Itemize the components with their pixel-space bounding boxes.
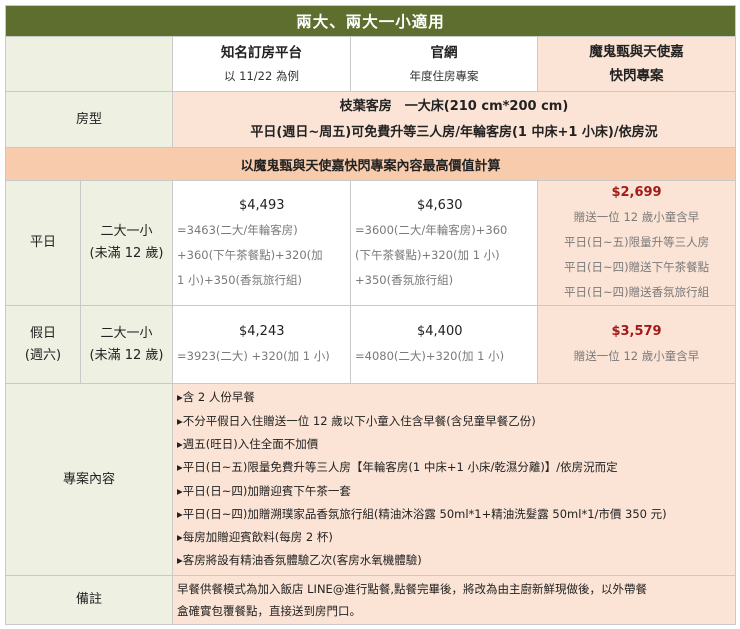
room-type-row: 房型 枝葉客房 一大床(210 cm*200 cm) 平日(週日~周五)可免費升… [5,91,737,148]
header-empty-cell [5,36,173,92]
plan-item: ▸含 2 人份早餐 [177,390,255,405]
weekday-flash-cell: $2,699 贈送一位 12 歲小童含早 平日(日~五)限量升等三人房 平日(日… [536,180,737,306]
plan-item: ▸平日(日~四)加贈溯璞家品香氛旅行組(精油沐浴露 50ml*1+精油洗髮露 5… [177,506,667,521]
plan-item: ▸每房加贈迎賓飲料(每房 2 杯) [177,530,333,545]
plan-item: ▸平日(日~四)加贈迎賓下午茶一套 [177,483,351,498]
price-comparison-table: 兩大、兩大一小適用 知名訂房平台 以 11/22 為例 官網 年度住房專案 魔鬼… [4,5,737,625]
weekday-flash-detail: 平日(日~五)限量升等三人房 [563,235,710,249]
holiday-flash-price: $3,579 [611,324,662,339]
table-title: 兩大、兩大一小適用 [4,5,737,37]
holiday-label-line1: 假日 [29,325,56,341]
remark-row: 備註 早餐供餐模式為加入飯店 LINE@進行點餐,點餐完畢後，將改為由主廚新鮮現… [5,575,737,625]
holiday-label: 假日 (週六) [5,305,81,384]
header-flash-subtitle: 快閃專案 [609,68,664,84]
plan-item: ▸客房將設有精油香氛體驗乙次(客房水氧機體驗) [177,553,422,568]
room-type-content: 枝葉客房 一大床(210 cm*200 cm) 平日(週日~周五)可免費升等三人… [171,91,737,148]
header-official-title: 官網 [430,45,458,61]
plan-item: ▸不分平假日入住贈送一位 12 歲以下小童入住含早餐(含兒童早餐乙份) [177,413,536,428]
header-official-subtitle: 年度住房專案 [409,69,479,83]
weekday-row: 平日 二大一小 (未滿 12 歲) $4,493 =3463(二大/年輪客房) … [5,180,737,306]
weekday-official-price: $4,630 [417,197,463,213]
weekday-guests-line1: 二大一小 [100,224,153,239]
weekday-platform-cell: $4,493 =3463(二大/年輪客房) +360(下午茶餐點)+320(加 … [172,180,351,306]
comparison-table-wrapper: 兩大、兩大一小適用 知名訂房平台 以 11/22 為例 官網 年度住房專案 魔鬼… [4,5,737,625]
holiday-guests: 二大一小 (未滿 12 歲) [80,305,173,384]
header-platform-title: 知名訂房平台 [221,45,302,61]
holiday-label-line2: (週六) [24,347,62,363]
holiday-platform-cell: $4,243 =3923(二大) +320(加 1 小) [172,305,351,384]
remark-label: 備註 [5,575,173,625]
title-row: 兩大、兩大一小適用 [4,5,737,37]
plan-content: ▸含 2 人份早餐 ▸不分平假日入住贈送一位 12 歲以下小童入住含早餐(含兒童… [171,383,737,576]
holiday-flash-cell: $3,579 贈送一位 12 歲小童含早 [536,305,737,384]
room-type-line1: 枝葉客房 一大床(210 cm*200 cm) [339,98,569,114]
holiday-guests-line1: 二大一小 [100,325,153,341]
header-flash-title: 魔鬼甄與天使嘉 [589,44,684,60]
weekday-flash-price: $2,699 [611,185,662,200]
holiday-official-price: $4,400 [417,324,463,339]
remark-line2: 盒確實包覆餐點，直接送到房門口。 [177,604,361,618]
weekday-label: 平日 [5,180,81,306]
header-platform: 知名訂房平台 以 11/22 為例 [172,36,351,92]
weekday-guests-line2: (未滿 12 歲) [89,246,164,261]
calc-note-row: 以魔鬼甄與天使嘉快閃專案內容最高價值計算 [4,147,737,181]
remark-line1: 早餐供餐模式為加入飯店 LINE@進行點餐,點餐完畢後，將改為由主廚新鮮現做後，… [177,582,647,596]
calc-note: 以魔鬼甄與天使嘉快閃專案內容最高價值計算 [4,147,737,181]
holiday-platform-price: $4,243 [239,324,285,339]
weekday-flash-detail: 平日(日~四)贈送香氛旅行組 [563,285,710,299]
weekday-guests: 二大一小 (未滿 12 歲) [80,180,173,306]
room-type-line2: 平日(週日~周五)可免費升等三人房/年輪客房(1 中床+1 小床)/依房況 [250,124,658,140]
header-platform-subtitle: 以 11/22 為例 [224,69,299,83]
weekday-platform-detail: 1 小)+350(香氛旅行組) [177,272,303,287]
header-official: 官網 年度住房專案 [350,36,538,92]
room-type-label: 房型 [5,91,173,148]
holiday-official-detail: =4080(二大)+320(加 1 小) [355,349,505,363]
holiday-flash-detail: 贈送一位 12 歲小童含早 [573,349,700,363]
weekday-platform-detail: +360(下午茶餐點)+320(加 [177,247,323,262]
weekday-official-detail: (下午茶餐點)+320(加 1 小) [355,247,500,262]
weekday-official-detail: +350(香氛旅行組) [355,272,454,287]
header-row: 知名訂房平台 以 11/22 為例 官網 年度住房專案 魔鬼甄與天使嘉 快閃專案 [5,36,737,92]
weekday-official-detail: =3600(二大/年輪客房)+360 [355,222,508,237]
holiday-row: 假日 (週六) 二大一小 (未滿 12 歲) $4,243 =3923(二大) … [5,305,737,384]
weekday-flash-detail: 贈送一位 12 歲小童含早 [573,210,700,224]
plan-item: ▸平日(日~五)限量免費升等三人房【年輪客房(1 中床+1 小床/乾濕分離)】/… [177,460,618,475]
weekday-flash-detail: 平日(日~四)贈送下午茶餐點 [563,260,710,274]
remark-content: 早餐供餐模式為加入飯店 LINE@進行點餐,點餐完畢後，將改為由主廚新鮮現做後，… [171,575,737,625]
weekday-platform-detail: =3463(二大/年輪客房) [177,222,298,237]
header-flash: 魔鬼甄與天使嘉 快閃專案 [536,36,737,92]
holiday-official-cell: $4,400 =4080(二大)+320(加 1 小) [350,305,538,384]
holiday-platform-detail: =3923(二大) +320(加 1 小) [177,349,330,363]
weekday-platform-price: $4,493 [239,197,285,213]
weekday-official-cell: $4,630 =3600(二大/年輪客房)+360 (下午茶餐點)+320(加 … [350,180,538,306]
holiday-guests-line2: (未滿 12 歲) [89,347,164,363]
plan-item: ▸週五(旺日)入住全面不加價 [177,436,319,451]
plan-label: 專案內容 [5,383,173,576]
plan-row: 專案內容 ▸含 2 人份早餐 ▸不分平假日入住贈送一位 12 歲以下小童入住含早… [5,383,737,576]
